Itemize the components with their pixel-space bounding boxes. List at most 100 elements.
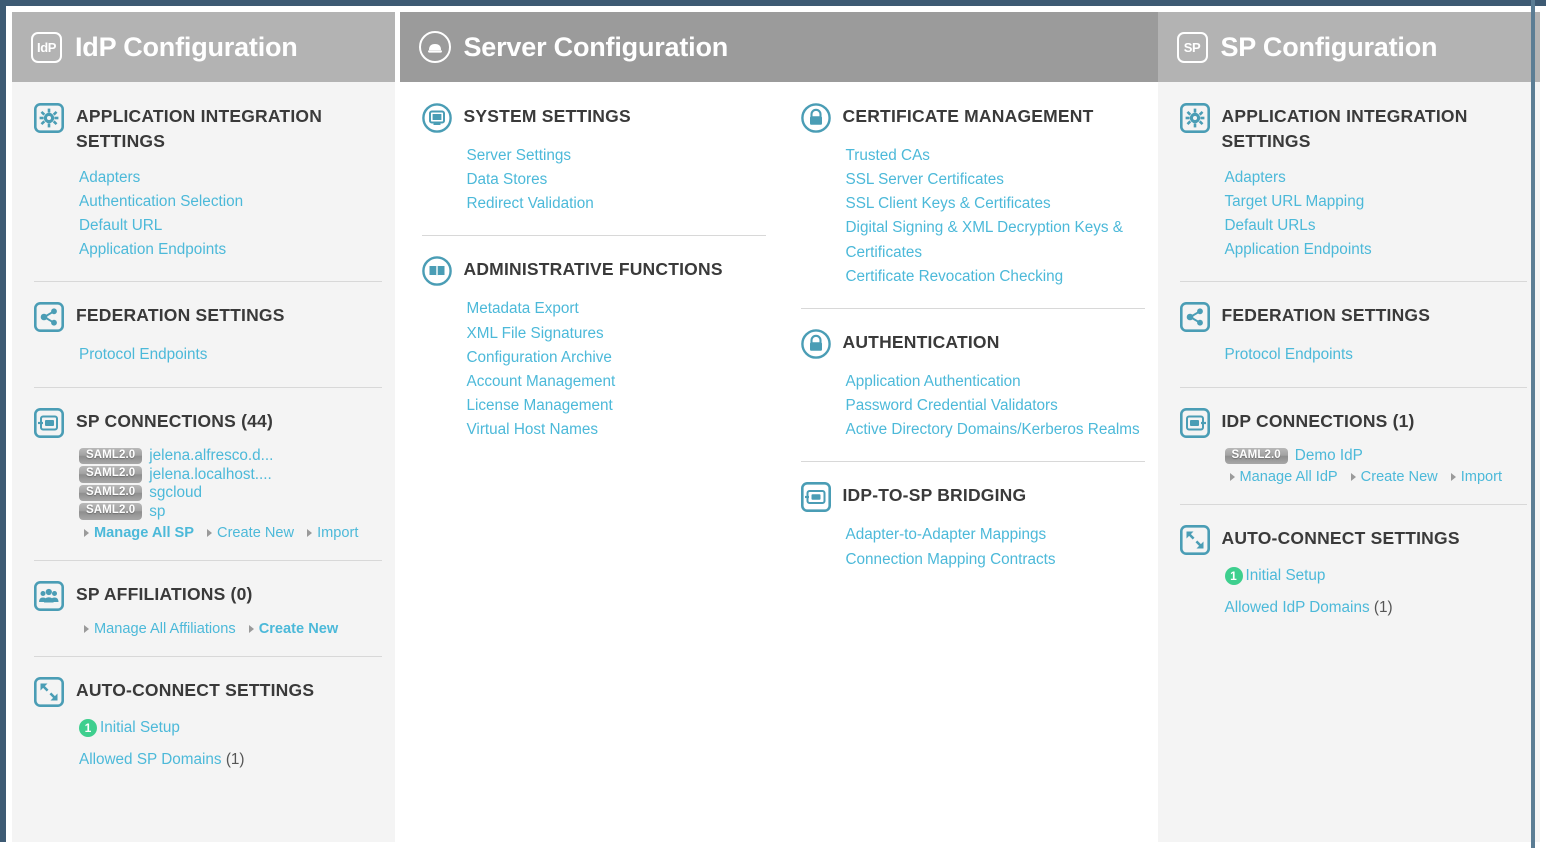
section-header: SYSTEM SETTINGS [421, 103, 763, 133]
action-manage-all-affiliations[interactable]: Manage All Affiliations [84, 621, 236, 637]
connection-icon [34, 407, 64, 438]
list-item[interactable]: SAML2.0 Demo IdP [1224, 447, 1525, 465]
sp-connection-actions: Manage All SP Create New Import [79, 525, 379, 541]
action-manage-all-idp[interactable]: Manage All IdP [1230, 469, 1338, 485]
action-manage-all-sp[interactable]: Manage All SP [84, 525, 194, 541]
link-protocol-endpoints[interactable]: Protocol Endpoints [79, 343, 379, 367]
section-title: ADMINISTRATIVE FUNCTIONS [463, 259, 723, 280]
idp-column-title: IdP Configuration [75, 31, 298, 62]
section-links: Adapter-to-Adapter Mappings Connection M… [846, 523, 1142, 571]
server-column-body: SYSTEM SETTINGS Server Settings Data Sto… [400, 82, 1158, 842]
link-server-settings[interactable]: Server Settings [467, 144, 763, 168]
initial-setup-row[interactable]: 1 Initial Setup [79, 718, 379, 737]
link-redirect-validation[interactable]: Redirect Validation [467, 192, 763, 216]
sp-badge-icon: SP [1176, 31, 1208, 63]
section-title: SP CONNECTIONS (44) [76, 410, 273, 431]
link-connection-mapping-contracts[interactable]: Connection Mapping Contracts [846, 548, 1142, 572]
action-create-new[interactable]: Create New [207, 525, 294, 541]
list-item[interactable]: SAML2.0 sgcloud [79, 484, 379, 502]
link-password-credential-validators[interactable]: Password Credential Validators [846, 394, 1142, 418]
link-ssl-client-keys-certificates[interactable]: SSL Client Keys & Certificates [846, 192, 1142, 216]
connection-name[interactable]: sp [149, 503, 165, 519]
section-links: Protocol Endpoints [79, 343, 379, 367]
idp-column-header: IdP IdP Configuration [12, 12, 395, 82]
action-create-new[interactable]: Create New [1351, 469, 1438, 485]
section-title: APPLICATION INTEGRATION SETTINGS [1221, 106, 1468, 152]
section-sp-application-integration-settings: APPLICATION INTEGRATION SETTINGS Adapter… [1158, 82, 1541, 281]
link-default-urls[interactable]: Default URLs [1225, 214, 1525, 238]
idp-column-body: APPLICATION INTEGRATION SETTINGS Adapter… [12, 82, 395, 842]
server-circle-icon [418, 31, 451, 63]
sp-connection-list: SAML2.0 jelena.alfresco.d... SAML2.0 jel… [79, 447, 379, 541]
link-configuration-archive[interactable]: Configuration Archive [467, 346, 763, 370]
initial-setup-row[interactable]: 1 Initial Setup [1224, 567, 1525, 586]
connection-name[interactable]: jelena.alfresco.d... [149, 448, 273, 464]
link-digital-signing-xml-decryption[interactable]: Digital Signing & XML Decryption Keys & … [846, 216, 1142, 264]
action-import[interactable]: Import [1451, 469, 1502, 485]
window-frame: IdP IdP Configuration APPLICATION INTEGR… [0, 0, 1546, 848]
link-trusted-cas[interactable]: Trusted CAs [846, 144, 1142, 168]
section-header: SP CONNECTIONS (44) [34, 407, 379, 438]
section-sp-federation-settings: FEDERATION SETTINGS Protocol Endpoints [1158, 281, 1541, 386]
section-title: AUTO-CONNECT SETTINGS [1221, 528, 1460, 549]
link-application-endpoints[interactable]: Application Endpoints [79, 238, 379, 262]
section-sp-connections: SP CONNECTIONS (44) SAML2.0 jelena.alfre… [12, 386, 395, 560]
section-header: AUTO-CONNECT SETTINGS [34, 676, 379, 707]
step-number-badge: 1 [1224, 567, 1243, 586]
link-application-endpoints[interactable]: Application Endpoints [1225, 238, 1525, 262]
link-protocol-endpoints[interactable]: Protocol Endpoints [1225, 343, 1525, 367]
idp-connection-actions: Manage All IdP Create New Import [1225, 469, 1525, 485]
connection-name[interactable]: Demo IdP [1295, 448, 1363, 464]
link-authentication-selection[interactable]: Authentication Selection [79, 190, 379, 214]
section-links: Protocol Endpoints [1225, 343, 1525, 367]
sp-column-title: SP Configuration [1220, 31, 1438, 62]
link-license-management[interactable]: License Management [467, 394, 763, 418]
action-import[interactable]: Import [307, 525, 358, 541]
list-item[interactable]: SAML2.0 jelena.localhost.... [79, 466, 379, 483]
link-application-authentication[interactable]: Application Authentication [846, 370, 1142, 394]
idp-configuration-column: IdP IdP Configuration APPLICATION INTEGR… [12, 12, 395, 842]
section-header: APPLICATION INTEGRATION SETTINGS [1179, 103, 1525, 155]
link-allowed-sp-domains[interactable]: Allowed SP Domains [79, 751, 222, 768]
link-active-directory-domains[interactable]: Active Directory Domains/Kerberos Realms [846, 418, 1142, 442]
section-links: Adapters Target URL Mapping Default URLs… [1225, 166, 1525, 263]
connection-name[interactable]: jelena.localhost.... [149, 466, 271, 482]
link-initial-setup[interactable]: Initial Setup [1246, 567, 1326, 585]
link-default-url[interactable]: Default URL [79, 214, 379, 238]
section-sp-auto-connect-settings: AUTO-CONNECT SETTINGS 1 Initial Setup Al… [1158, 504, 1541, 636]
protocol-badge: SAML2.0 [79, 503, 143, 520]
list-item[interactable]: SAML2.0 sp [79, 503, 379, 520]
link-initial-setup[interactable]: Initial Setup [100, 719, 180, 737]
link-adapter-to-adapter-mappings[interactable]: Adapter-to-Adapter Mappings [846, 523, 1142, 547]
people-icon [34, 580, 64, 611]
sp-column-header: SP SP Configuration [1157, 12, 1540, 82]
monitor-icon [421, 103, 452, 133]
section-idp-federation-settings: FEDERATION SETTINGS Protocol Endpoints [12, 281, 395, 386]
allowed-domains-count: (1) [225, 750, 245, 768]
section-title: IDP CONNECTIONS (1) [1221, 410, 1415, 431]
link-certificate-revocation-checking[interactable]: Certificate Revocation Checking [846, 265, 1142, 289]
link-adapters[interactable]: Adapters [79, 166, 379, 190]
link-virtual-host-names[interactable]: Virtual Host Names [467, 418, 763, 442]
list-item[interactable]: SAML2.0 jelena.alfresco.d... [79, 447, 379, 465]
protocol-badge: SAML2.0 [79, 466, 143, 483]
link-account-management[interactable]: Account Management [467, 370, 763, 394]
link-data-stores[interactable]: Data Stores [467, 168, 763, 192]
section-title: SYSTEM SETTINGS [463, 106, 631, 126]
link-target-url-mapping[interactable]: Target URL Mapping [1225, 190, 1525, 214]
share-icon [1179, 302, 1210, 333]
link-adapters[interactable]: Adapters [1225, 166, 1525, 190]
section-system-settings: SYSTEM SETTINGS Server Settings Data Sto… [400, 82, 779, 235]
gear-icon [34, 103, 64, 133]
link-xml-file-signatures[interactable]: XML File Signatures [467, 322, 763, 346]
protocol-badge: SAML2.0 [1224, 447, 1288, 465]
action-create-new[interactable]: Create New [249, 621, 339, 637]
link-metadata-export[interactable]: Metadata Export [467, 297, 763, 321]
section-title: CERTIFICATE MANAGEMENT [842, 106, 1094, 126]
link-allowed-idp-domains[interactable]: Allowed IdP Domains [1225, 599, 1370, 616]
section-header: AUTHENTICATION [800, 329, 1142, 359]
link-ssl-server-certificates[interactable]: SSL Server Certificates [846, 168, 1142, 192]
section-header: SP AFFILIATIONS (0) [34, 580, 379, 611]
connection-name[interactable]: sgcloud [149, 485, 202, 501]
section-header: IDP CONNECTIONS (1) [1179, 407, 1525, 438]
